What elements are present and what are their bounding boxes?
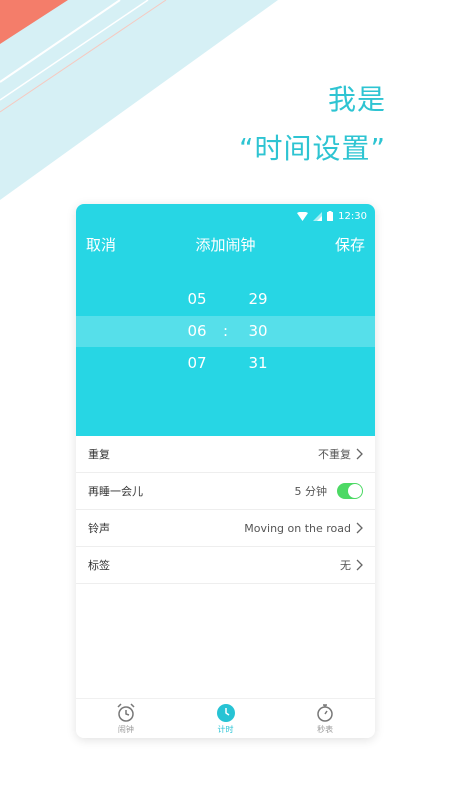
- tag-label: 标签: [88, 559, 110, 572]
- status-time: 12:30: [338, 210, 367, 222]
- snooze-toggle[interactable]: [337, 483, 363, 499]
- wifi-icon: [297, 211, 309, 221]
- repeat-value-group: 不重复: [318, 446, 363, 462]
- page-title: 添加闹钟: [195, 236, 256, 254]
- chevron-right-icon: [356, 522, 363, 534]
- ringtone-value-group: Moving on the road: [244, 522, 363, 535]
- ringtone-label: 铃声: [88, 522, 110, 535]
- battery-icon: [327, 211, 334, 221]
- alarm-header: 12:30 取消 添加闹钟 保存 05 06 07 : 29 30 31: [76, 204, 375, 436]
- tab-timer[interactable]: 计时: [176, 699, 276, 738]
- nav-bar: 取消 添加闹钟 保存: [76, 232, 375, 256]
- headline-line-1: 我是: [327, 83, 386, 116]
- snooze-value-group: 5 分钟: [294, 483, 363, 499]
- hour-selected[interactable]: 06: [186, 322, 208, 340]
- tag-value: 无: [340, 559, 351, 572]
- time-picker[interactable]: 05 06 07 : 29 30 31: [76, 284, 375, 388]
- alarm-clock-icon: [117, 702, 135, 722]
- tag-value-group: 无: [340, 557, 363, 573]
- hour-option[interactable]: 07: [186, 354, 208, 372]
- time-separator: :: [223, 322, 229, 340]
- status-bar: 12:30: [297, 208, 367, 224]
- tab-bar: 闹钟 计时 秒表: [76, 698, 375, 738]
- save-button[interactable]: 保存: [335, 234, 365, 255]
- tab-timer-label: 计时: [217, 724, 234, 734]
- headline: 我是 “时间设置”: [239, 80, 386, 172]
- repeat-label: 重复: [88, 448, 110, 461]
- tab-stopwatch-label: 秒表: [317, 724, 334, 734]
- repeat-value: 不重复: [318, 448, 351, 461]
- stopwatch-icon: [317, 703, 333, 722]
- minute-option[interactable]: 29: [247, 290, 269, 308]
- toggle-knob: [348, 484, 362, 498]
- repeat-row[interactable]: 重复 不重复: [76, 436, 375, 473]
- phone-screen: 12:30 取消 添加闹钟 保存 05 06 07 : 29 30 31 重复: [76, 204, 375, 738]
- hour-option[interactable]: 05: [186, 290, 208, 308]
- chevron-right-icon: [356, 448, 363, 460]
- tag-row[interactable]: 标签 无: [76, 547, 375, 584]
- tab-alarm-label: 闹钟: [117, 724, 134, 734]
- settings-list: 重复 不重复 再睡一会儿 5 分钟 铃声 Moving on the road: [76, 436, 375, 584]
- timer-clock-icon: [216, 703, 235, 722]
- tab-stopwatch[interactable]: 秒表: [275, 699, 375, 738]
- tab-alarm[interactable]: 闹钟: [76, 699, 176, 738]
- snooze-value: 5 分钟: [294, 485, 328, 498]
- headline-line-2: “时间设置”: [238, 132, 386, 165]
- snooze-label: 再睡一会儿: [88, 485, 143, 498]
- minute-option[interactable]: 31: [247, 354, 269, 372]
- signal-icon: [313, 211, 323, 221]
- snooze-row[interactable]: 再睡一会儿 5 分钟: [76, 473, 375, 510]
- minute-selected[interactable]: 30: [247, 322, 269, 340]
- ringtone-row[interactable]: 铃声 Moving on the road: [76, 510, 375, 547]
- page: 我是 “时间设置” 12:30 取消 添加闹钟 保存 05 06 07 : 29: [0, 0, 450, 800]
- ringtone-value: Moving on the road: [244, 521, 351, 535]
- chevron-right-icon: [356, 559, 363, 571]
